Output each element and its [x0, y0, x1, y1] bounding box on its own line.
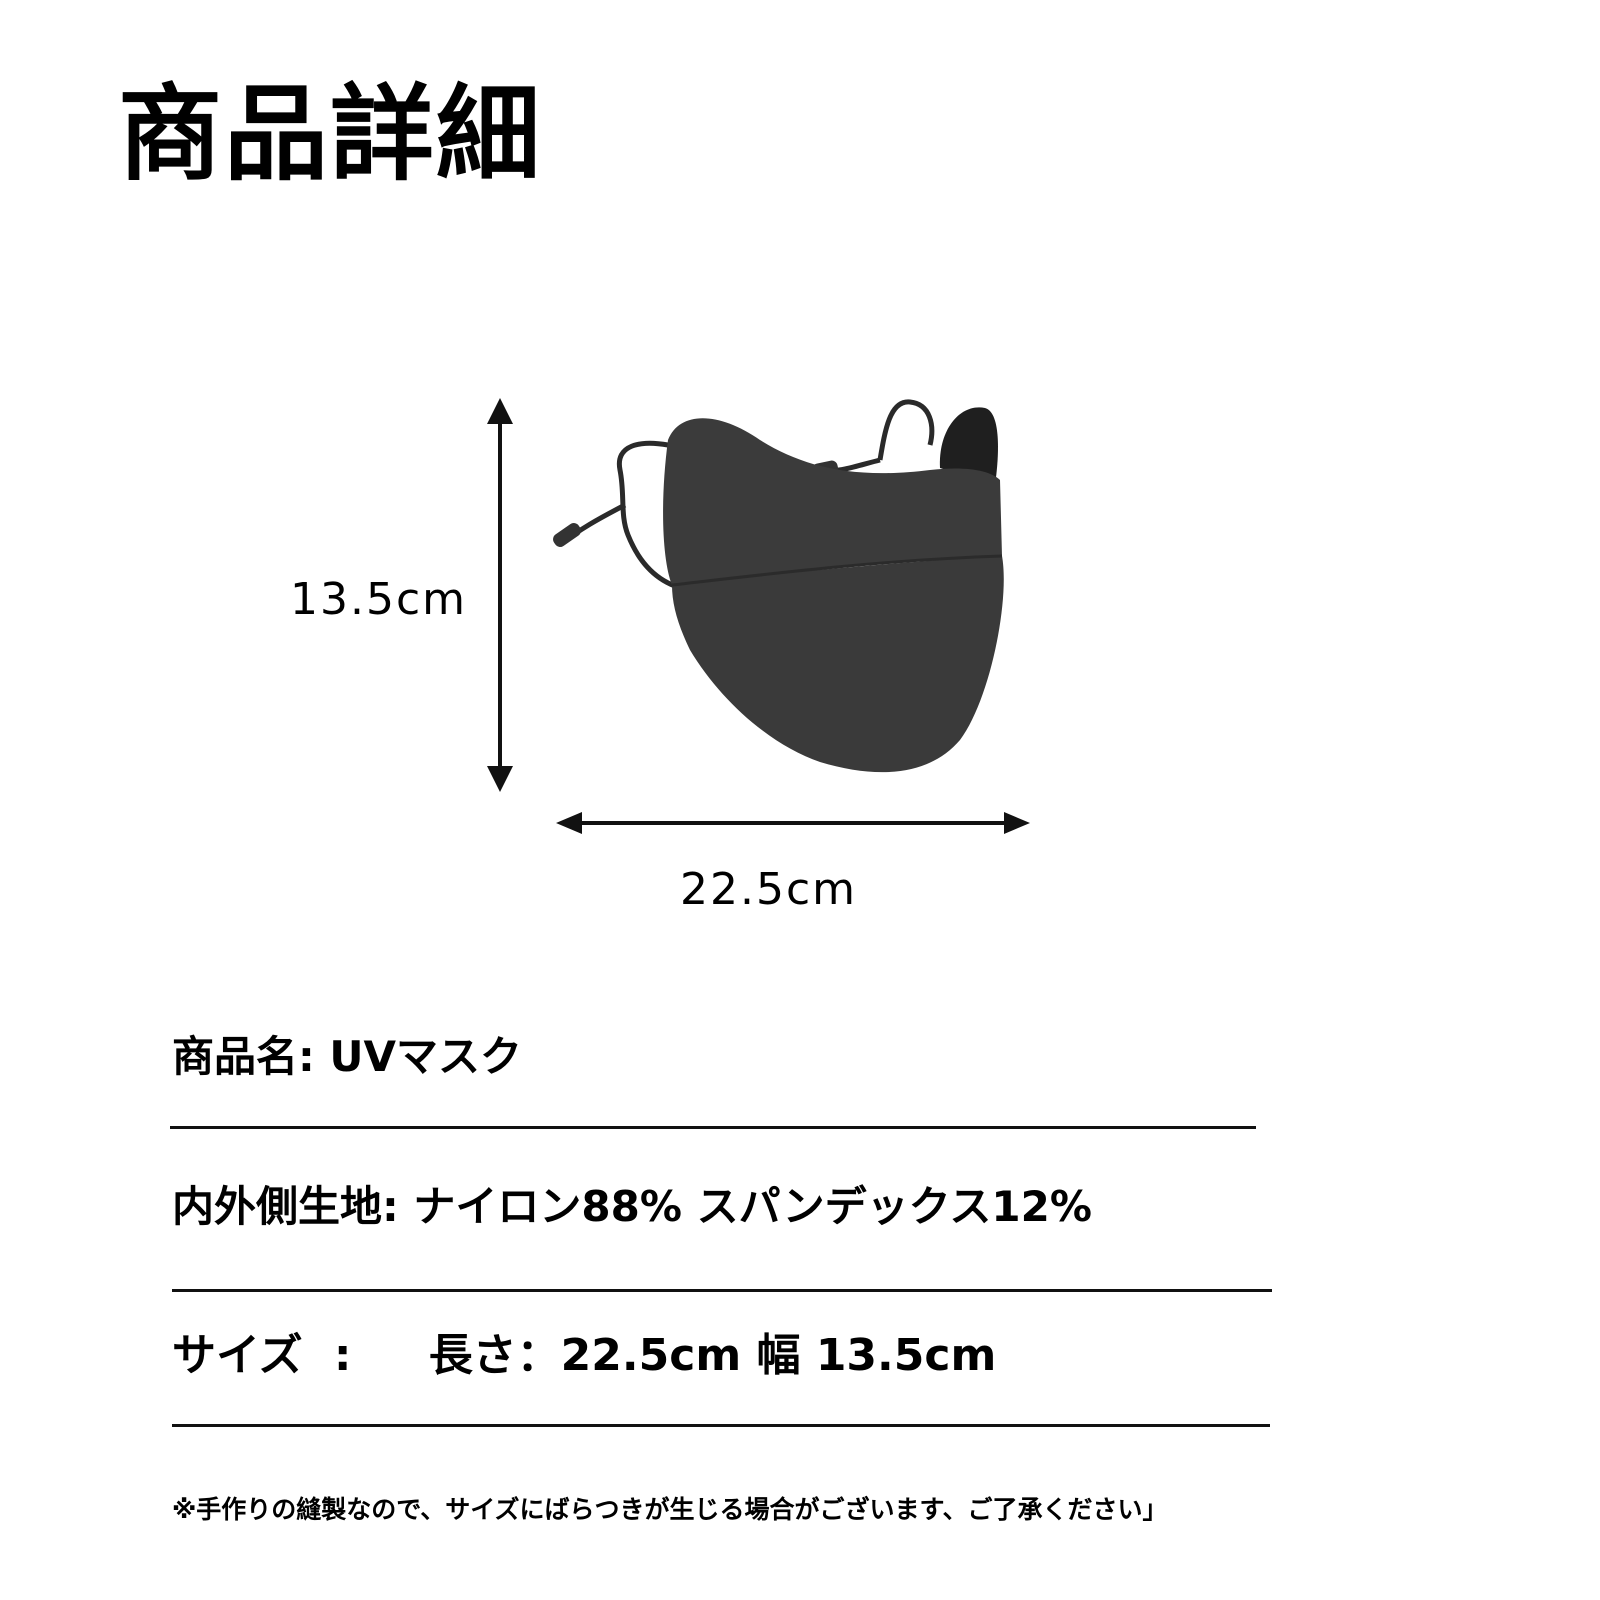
spec-product-name: 商品名: UVマスク [172, 1036, 522, 1078]
divider [170, 1126, 1256, 1129]
spec-name-label: 商品名: [172, 1032, 315, 1081]
product-figure [487, 398, 1030, 834]
spec-size-value: 長さ：22.5cm 幅 13.5cm [428, 1330, 997, 1381]
height-arrow-icon [487, 398, 513, 792]
spec-fabric: 内外側生地: ナイロン88% スパンデックス12% [172, 1186, 1092, 1228]
spec-size: サイズ: 長さ：22.5cm 幅 13.5cm [172, 1334, 996, 1378]
divider [172, 1289, 1272, 1292]
spec-fabric-label: 内外側生地: [172, 1182, 399, 1231]
spec-name-value: UVマスク [329, 1032, 523, 1081]
width-dimension-label: 22.5cm [680, 864, 858, 915]
disclaimer-note: ※手作りの縫製なので、サイズにばらつきが生じる場合がございます、ご了承ください」 [172, 1495, 1168, 1524]
face-mask-icon [553, 399, 1004, 773]
divider [172, 1424, 1270, 1427]
height-dimension-label: 13.5cm [290, 574, 468, 625]
spec-size-label: サイズ [172, 1330, 303, 1381]
spec-size-separator: : [333, 1330, 352, 1381]
spec-fabric-value: ナイロン88% スパンデックス12% [413, 1182, 1092, 1231]
width-arrow-icon [556, 812, 1030, 834]
